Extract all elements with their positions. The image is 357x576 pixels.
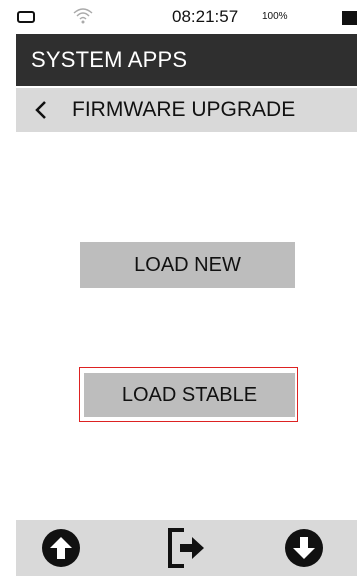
section-title: FIRMWARE UPGRADE [72,98,296,121]
battery-outline-icon [17,11,35,23]
chevron-left-icon[interactable] [34,100,48,120]
battery-percent: 100% [262,11,288,22]
load-new-button[interactable]: LOAD NEW [80,242,295,288]
title-bar: SYSTEM APPS [16,34,357,86]
wifi-icon [73,8,93,24]
clock: 08:21:57 [172,7,239,26]
arrow-down-circle-icon[interactable] [283,527,325,569]
load-stable-label: LOAD STABLE [121,383,258,406]
load-new-label: LOAD NEW [134,253,241,276]
subheader-bar: FIRMWARE UPGRADE [16,88,357,132]
battery-full-icon [342,11,357,25]
exit-icon[interactable] [164,526,210,570]
page-title: SYSTEM APPS [31,47,188,72]
arrow-up-circle-icon[interactable] [40,527,82,569]
bottom-nav-bar [16,520,357,576]
status-bar: 08:21:57 100% [0,0,357,34]
load-stable-button[interactable]: LOAD STABLE [84,373,295,417]
